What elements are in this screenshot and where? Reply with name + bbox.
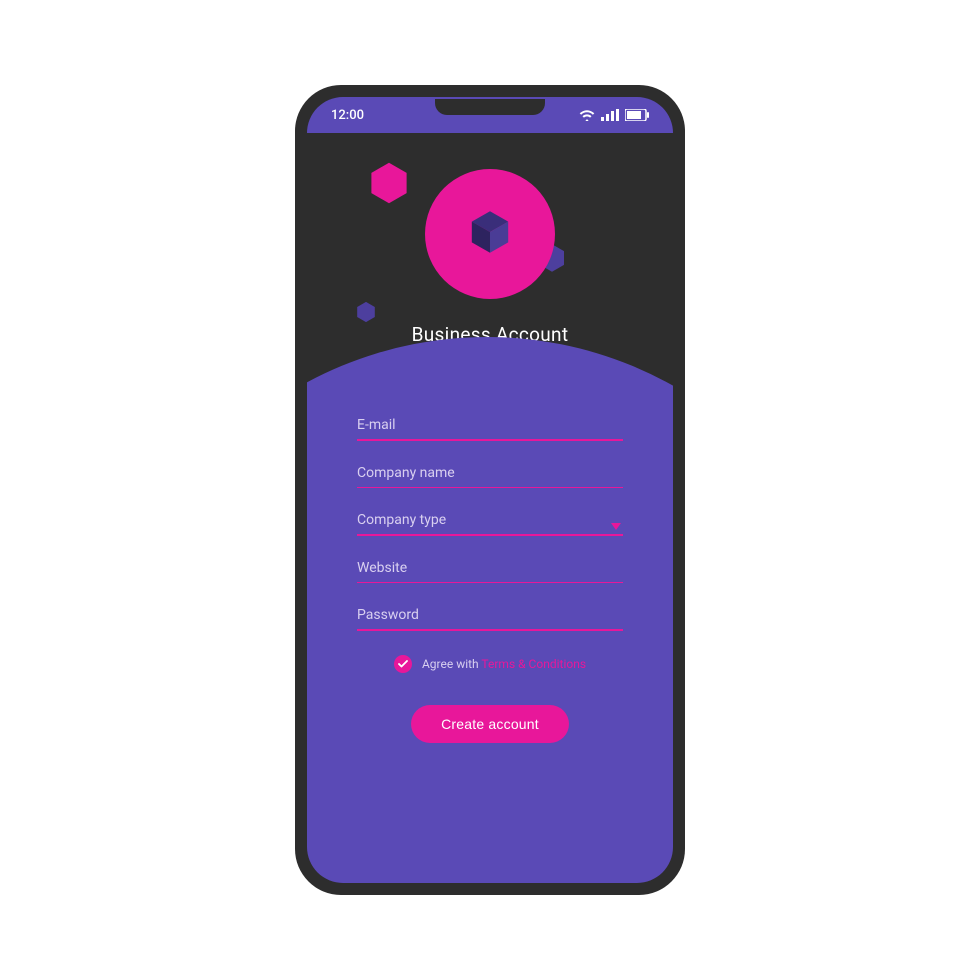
chevron-down-icon <box>611 516 621 535</box>
create-account-button[interactable]: Create account <box>411 705 569 743</box>
app-logo <box>425 169 555 299</box>
phone-frame: 12:00 <box>295 85 685 895</box>
field-label: Password <box>357 607 623 629</box>
hexagon-decoration-icon <box>367 161 411 205</box>
status-time: 12:00 <box>331 108 364 123</box>
status-bar: 12:00 <box>307 97 673 133</box>
field-label: Company type <box>357 512 623 534</box>
signal-icon <box>601 109 619 121</box>
terms-text: Agree with Terms & Conditions <box>422 657 586 671</box>
terms-checkbox-row[interactable]: Agree with Terms & Conditions <box>357 655 623 673</box>
hexagon-decoration-icon <box>355 301 377 323</box>
field-label: Company name <box>357 465 623 487</box>
checkbox-checked-icon[interactable] <box>394 655 412 673</box>
agree-prefix: Agree with <box>422 657 481 671</box>
company-name-field[interactable]: Company name <box>357 465 623 489</box>
cube-icon <box>464 206 516 262</box>
website-field[interactable]: Website <box>357 560 623 584</box>
battery-icon <box>625 109 649 121</box>
company-type-select[interactable]: Company type <box>357 512 623 536</box>
field-label: E-mail <box>357 417 623 439</box>
field-label: Website <box>357 560 623 582</box>
screen: 12:00 <box>307 97 673 883</box>
status-icons <box>579 109 649 121</box>
wifi-icon <box>579 109 595 121</box>
terms-link[interactable]: Terms & Conditions <box>481 657 586 671</box>
email-field[interactable]: E-mail <box>357 417 623 441</box>
password-field[interactable]: Password <box>357 607 623 631</box>
signup-form: E-mail Company name Company type Website… <box>307 417 673 743</box>
